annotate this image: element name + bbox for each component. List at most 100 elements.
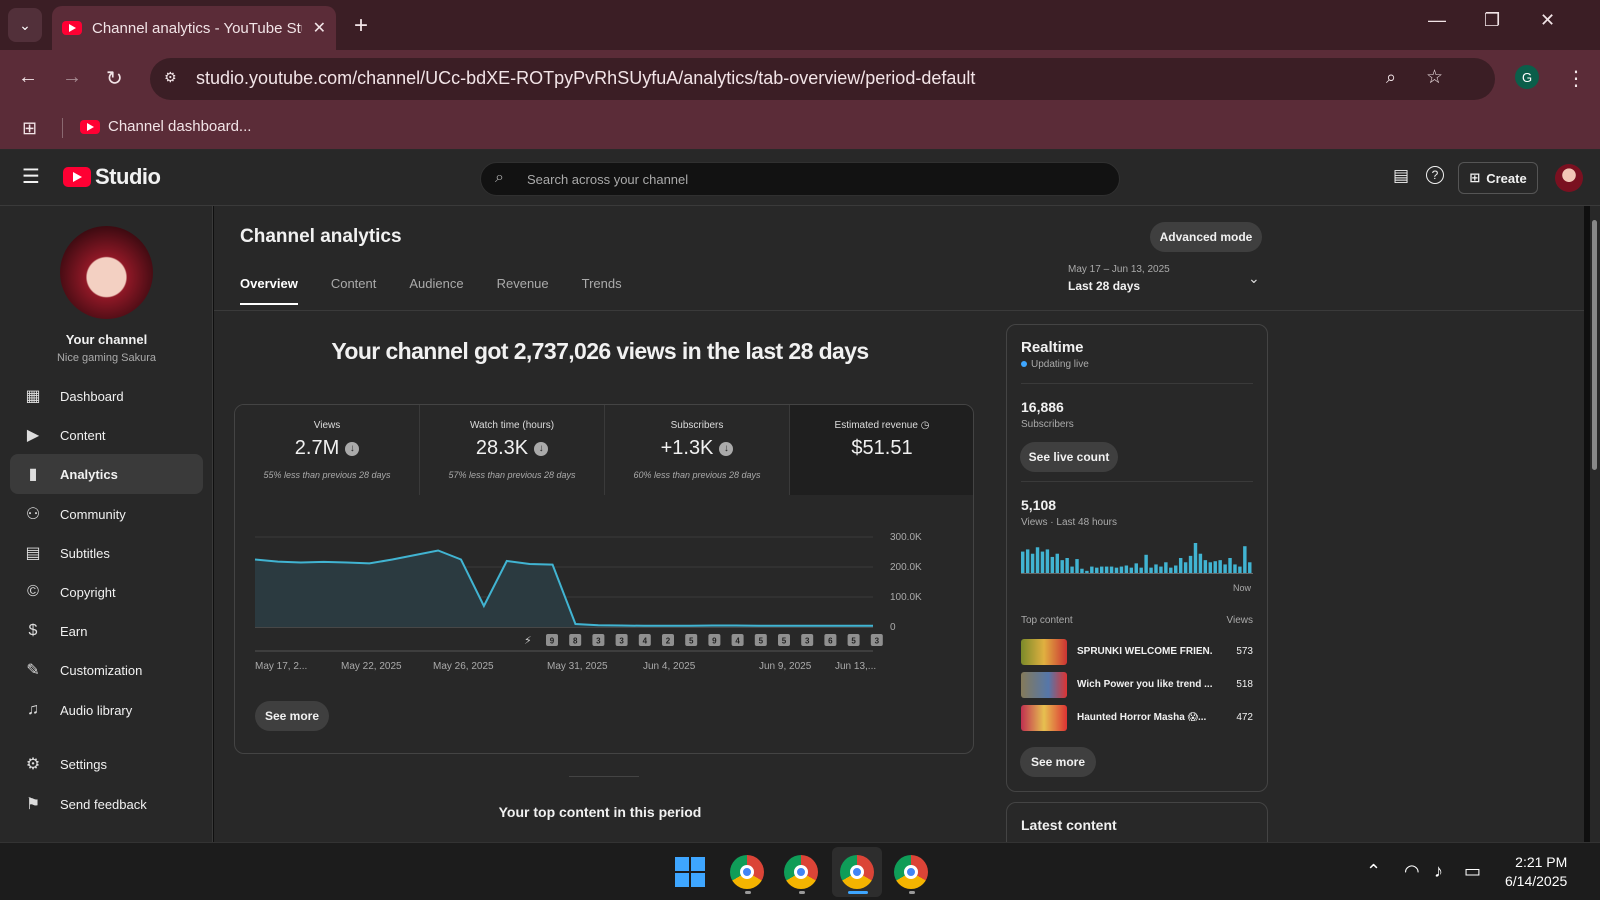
volume-icon[interactable]: ♪ bbox=[1434, 861, 1443, 882]
realtime-bar[interactable] bbox=[1114, 567, 1119, 573]
upload-marker[interactable]: 3 bbox=[870, 634, 883, 646]
sidebar-item-dashboard[interactable]: ▦ Dashboard bbox=[10, 376, 203, 416]
realtime-bar[interactable] bbox=[1050, 556, 1055, 573]
realtime-bar[interactable] bbox=[1228, 558, 1232, 573]
upload-marker[interactable]: 6 bbox=[824, 634, 837, 646]
realtime-bar[interactable] bbox=[1040, 551, 1045, 573]
realtime-bar[interactable] bbox=[1095, 567, 1099, 573]
restore-icon[interactable]: ❐ bbox=[1484, 10, 1500, 31]
realtime-bar[interactable] bbox=[1090, 566, 1094, 573]
sidebar-item-send-feedback[interactable]: ⚑ Send feedback bbox=[10, 784, 203, 824]
realtime-bar[interactable] bbox=[1065, 558, 1069, 573]
chrome-profile-3-icon[interactable] bbox=[894, 855, 928, 889]
upload-marker[interactable]: 9 bbox=[546, 634, 558, 646]
page-scrollbar[interactable] bbox=[1590, 206, 1600, 842]
realtime-see-more-button[interactable]: See more bbox=[1020, 747, 1096, 777]
shorts-icon[interactable]: ⚡ bbox=[524, 635, 532, 647]
sidebar-item-community[interactable]: ⚇ Community bbox=[10, 494, 203, 534]
realtime-bar[interactable] bbox=[1025, 549, 1030, 573]
messages-icon[interactable]: ▤ bbox=[1393, 166, 1409, 186]
apps-grid-icon[interactable]: ⊞ bbox=[22, 118, 37, 139]
chrome-profile-1-icon[interactable] bbox=[730, 855, 764, 889]
scrollbar-thumb[interactable] bbox=[1592, 220, 1597, 470]
realtime-bar[interactable] bbox=[1159, 566, 1163, 573]
sidebar-item-analytics[interactable]: ▮ Analytics bbox=[10, 454, 203, 494]
realtime-bar[interactable] bbox=[1208, 562, 1213, 573]
realtime-bar[interactable] bbox=[1164, 562, 1168, 573]
see-more-button[interactable]: See more bbox=[255, 701, 329, 731]
upload-marker[interactable]: 2 bbox=[662, 634, 674, 646]
site-info-icon[interactable]: ⚙ bbox=[164, 69, 184, 89]
realtime-bar[interactable] bbox=[1154, 564, 1158, 573]
video-title[interactable]: SPRUNKI WELCOME FRIEN... bbox=[1077, 646, 1213, 657]
upload-marker[interactable]: 3 bbox=[615, 634, 628, 646]
upload-marker[interactable]: 5 bbox=[685, 634, 698, 646]
realtime-bar[interactable] bbox=[1248, 562, 1252, 573]
realtime-bar[interactable] bbox=[1070, 566, 1074, 573]
sidebar-item-content[interactable]: ▶ Content bbox=[10, 415, 203, 455]
upload-marker[interactable]: 9 bbox=[708, 634, 721, 646]
close-tab-icon[interactable]: ✕ bbox=[313, 18, 326, 38]
account-avatar[interactable] bbox=[1555, 164, 1583, 192]
close-window-icon[interactable]: ✕ bbox=[1540, 10, 1555, 31]
show-hidden-icons-icon[interactable]: ⌃ bbox=[1366, 861, 1381, 882]
upload-marker[interactable]: 3 bbox=[592, 634, 605, 646]
realtime-bar[interactable] bbox=[1124, 565, 1129, 574]
realtime-bar[interactable] bbox=[1075, 559, 1079, 573]
realtime-bar[interactable] bbox=[1223, 564, 1227, 573]
minimize-icon[interactable]: — bbox=[1428, 10, 1446, 31]
windows-start-icon[interactable] bbox=[675, 857, 705, 887]
tab-audience[interactable]: Audience bbox=[409, 276, 463, 305]
realtime-bar[interactable] bbox=[1060, 560, 1064, 573]
realtime-bar[interactable] bbox=[1134, 563, 1138, 573]
video-title[interactable]: Haunted Horror Masha 😱... bbox=[1077, 712, 1213, 723]
new-tab-icon[interactable]: + bbox=[354, 12, 368, 40]
realtime-bar[interactable] bbox=[1218, 560, 1222, 573]
metric-subscribers[interactable]: Subscribers +1.3K ↓ 60% less than previous … bbox=[605, 405, 790, 495]
realtime-bar[interactable] bbox=[1080, 568, 1084, 573]
realtime-bar[interactable] bbox=[1183, 562, 1188, 573]
back-icon[interactable]: ← bbox=[18, 66, 38, 89]
upload-marker[interactable]: 5 bbox=[754, 634, 767, 646]
address-bar[interactable]: ⚙ studio.youtube.com/channel/UCc-bdXE-RO… bbox=[150, 58, 1495, 100]
video-thumbnail[interactable] bbox=[1021, 705, 1067, 731]
battery-icon[interactable]: ▭ bbox=[1464, 861, 1481, 882]
chrome-profile-2-icon[interactable] bbox=[784, 855, 818, 889]
create-button[interactable]: ⊞ Create bbox=[1458, 162, 1538, 194]
realtime-bar[interactable] bbox=[1021, 551, 1025, 573]
video-title[interactable]: Wich Power you like trend ... bbox=[1077, 679, 1213, 690]
sidebar-item-copyright[interactable]: © Copyright bbox=[10, 572, 203, 612]
realtime-bar[interactable] bbox=[1055, 553, 1059, 573]
realtime-bar[interactable] bbox=[1243, 546, 1247, 573]
tab-trends[interactable]: Trends bbox=[582, 276, 622, 305]
browser-tab[interactable]: Channel analytics - YouTube Studio ✕ bbox=[52, 6, 336, 50]
realtime-bar[interactable] bbox=[1144, 554, 1148, 573]
realtime-bar-chart[interactable] bbox=[1021, 541, 1253, 575]
realtime-bar[interactable] bbox=[1085, 570, 1089, 573]
metric-watch[interactable]: Watch time (hours) 28.3K ↓ 57% less than pr… bbox=[420, 405, 605, 495]
realtime-bar[interactable] bbox=[1203, 560, 1208, 573]
realtime-bar[interactable] bbox=[1109, 566, 1114, 573]
bookmark-channel-dashboard[interactable]: Channel dashboard... bbox=[80, 118, 251, 135]
upload-marker[interactable]: 5 bbox=[847, 634, 860, 646]
studio-logo[interactable]: Studio bbox=[63, 164, 161, 190]
video-thumbnail[interactable] bbox=[1021, 672, 1067, 698]
forward-icon[interactable]: → bbox=[62, 66, 82, 89]
realtime-bar[interactable] bbox=[1045, 549, 1050, 573]
upload-marker[interactable]: 4 bbox=[638, 634, 651, 646]
url-text[interactable]: studio.youtube.com/channel/UCc-bdXE-ROTp… bbox=[196, 68, 975, 89]
realtime-bar[interactable] bbox=[1119, 566, 1124, 573]
help-icon[interactable]: ? bbox=[1426, 166, 1444, 184]
realtime-bar[interactable] bbox=[1174, 565, 1178, 574]
zoom-icon[interactable]: ⌕ bbox=[1386, 67, 1396, 88]
realtime-bar[interactable] bbox=[1035, 547, 1040, 573]
see-live-count-button[interactable]: See live count bbox=[1020, 442, 1118, 472]
realtime-bar[interactable] bbox=[1099, 566, 1104, 573]
views-chart[interactable]: 300.0K 200.0K 100.0K 0 ⚡ 9 8 3 3 4 2 5 9 4 5 5 3 6 5 3 May 1… bbox=[235, 495, 974, 695]
reload-icon[interactable]: ↻ bbox=[106, 66, 123, 91]
tab-revenue[interactable]: Revenue bbox=[497, 276, 549, 305]
menu-kebab-icon[interactable]: ⋮ bbox=[1566, 66, 1586, 91]
tab-overview[interactable]: Overview bbox=[240, 276, 298, 305]
wifi-icon[interactable]: ◠ bbox=[1404, 861, 1420, 882]
realtime-bar[interactable] bbox=[1238, 566, 1242, 573]
